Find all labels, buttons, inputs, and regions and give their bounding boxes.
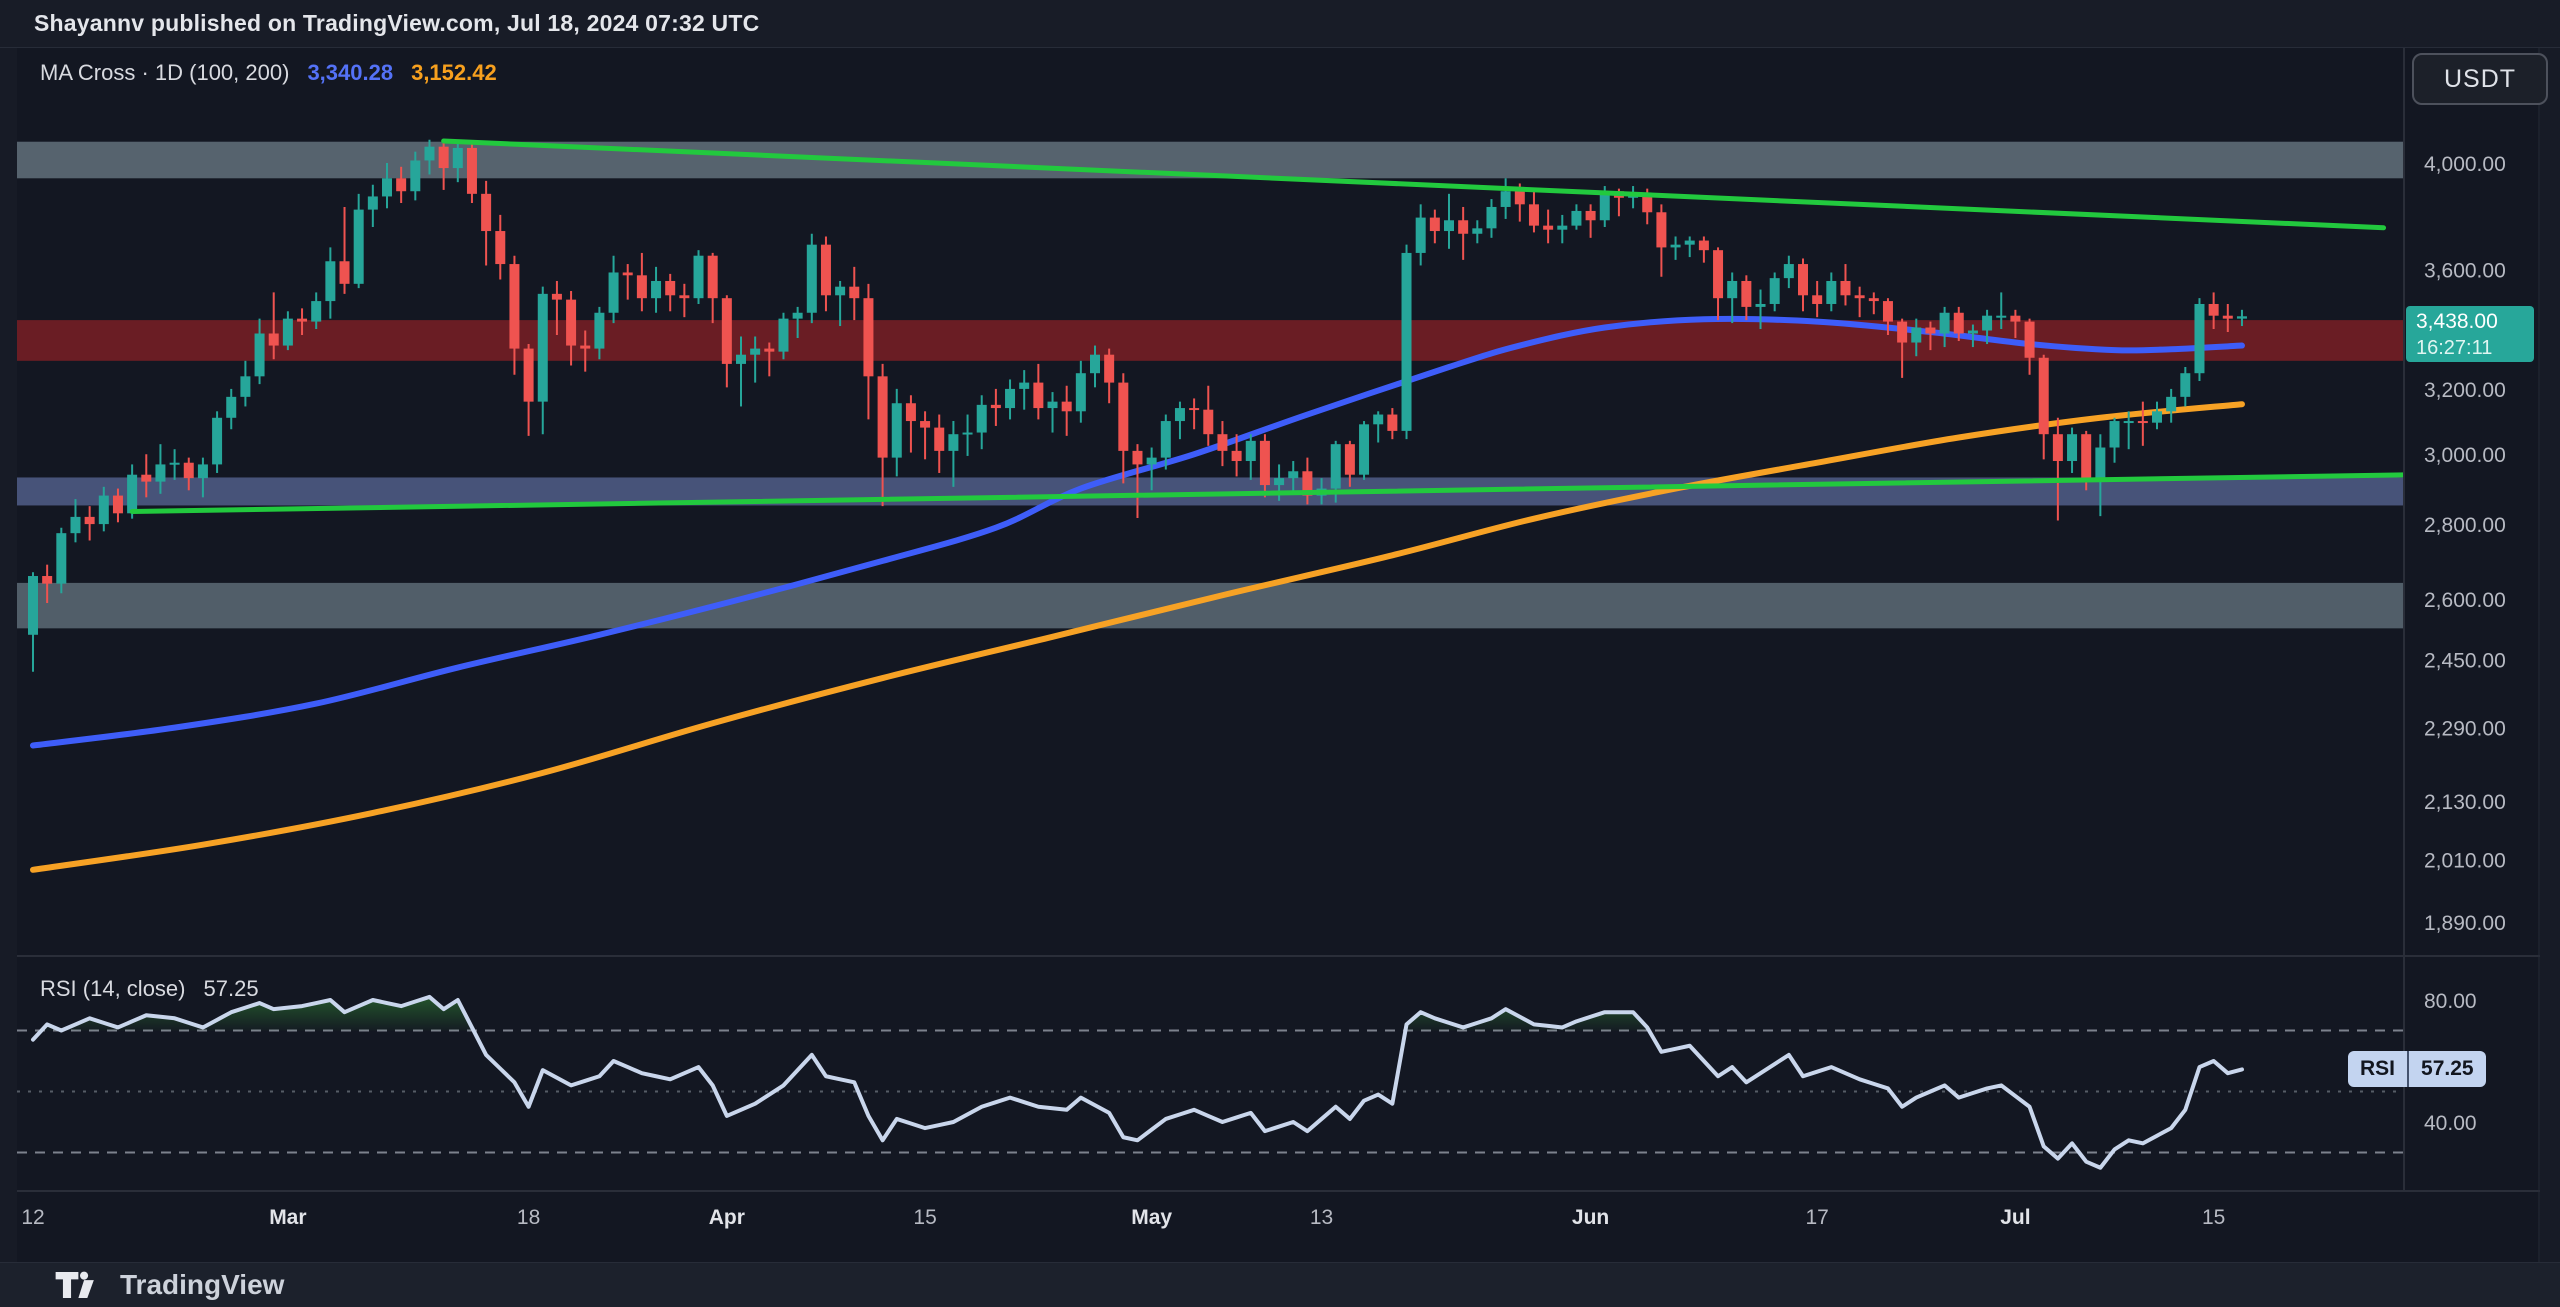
price-axis-label: 2,010.00: [2424, 850, 2506, 873]
tradingview-logo-icon: [54, 1268, 106, 1302]
chart-canvas[interactable]: 4,000.00 3,600.00 3,200.00 3,000.00 2,800.00…: [0, 0, 2560, 1307]
attribution-text: Shayannv published on TradingView.com, J…: [34, 10, 759, 37]
time-axis-label: Mar: [269, 1206, 306, 1229]
price-axis-label: 1,890.00: [2424, 912, 2506, 935]
main-indicator-legend: MA Cross · 1D (100, 200) 3,340.28 3,152.…: [40, 60, 497, 86]
quote-currency-button[interactable]: USDT: [2412, 53, 2548, 105]
footer-bar: TradingView: [0, 1262, 2560, 1307]
time-axis-label: May: [1131, 1206, 1172, 1229]
rsi-badge-value: 57.25: [2409, 1051, 2486, 1087]
price-axis-label: 4,000.00: [2424, 153, 2506, 176]
rsi-badge-label: RSI: [2348, 1051, 2407, 1087]
tradingview-snapshot: 4,000.00 3,600.00 3,200.00 3,000.00 2,800.00…: [0, 0, 2560, 1307]
time-axis-label: Apr: [709, 1206, 745, 1229]
rsi-axis-label: 80.00: [2424, 990, 2477, 1013]
rsi-legend: RSI (14, close) 57.25: [40, 976, 259, 1002]
ma200-value: 3,152.42: [411, 60, 497, 86]
last-price-badge: 3,438.00 16:27:11: [2406, 306, 2534, 362]
time-axis-label: 18: [517, 1206, 540, 1229]
price-axis-label: 3,600.00: [2424, 260, 2506, 283]
chart-background: [17, 48, 2540, 1262]
rsi-legend-value: 57.25: [204, 976, 259, 1002]
price-axis-label: 3,200.00: [2424, 379, 2506, 402]
price-axis-label: 2,450.00: [2424, 649, 2506, 672]
rsi-value-badge: RSI 57.25: [2348, 1051, 2486, 1087]
rsi-legend-title: RSI (14, close): [40, 976, 186, 1002]
top-bar: Shayannv published on TradingView.com, J…: [0, 0, 2560, 48]
price-axis-label: 2,130.00: [2424, 791, 2506, 814]
time-axis-label: 12: [21, 1206, 44, 1229]
time-axis-label: 13: [1310, 1206, 1333, 1229]
price-zone-band: [17, 583, 2404, 628]
price-axis-label: 2,800.00: [2424, 514, 2506, 537]
time-axis-label: 15: [913, 1206, 936, 1229]
price-axis-label: 2,600.00: [2424, 589, 2506, 612]
quote-currency-label: USDT: [2444, 65, 2516, 94]
rsi-axis-label: 40.00: [2424, 1112, 2477, 1135]
time-axis-label: Jul: [2000, 1206, 2030, 1229]
tradingview-brand-text: TradingView: [120, 1269, 284, 1301]
time-axis-label: 15: [2202, 1206, 2225, 1229]
time-axis-label: 17: [1805, 1206, 1828, 1229]
ma100-value: 3,340.28: [307, 60, 393, 86]
price-axis-label: 2,290.00: [2424, 718, 2506, 741]
right-margin: [2540, 48, 2560, 1262]
time-axis-label: Jun: [1572, 1206, 1609, 1229]
bar-countdown: 16:27:11: [2416, 335, 2534, 361]
price-zone-band: [17, 320, 2404, 361]
ma-cross-legend-title: MA Cross · 1D (100, 200): [40, 60, 289, 86]
price-axis-label: 3,000.00: [2424, 444, 2506, 467]
last-price-value: 3,438.00: [2416, 309, 2534, 335]
